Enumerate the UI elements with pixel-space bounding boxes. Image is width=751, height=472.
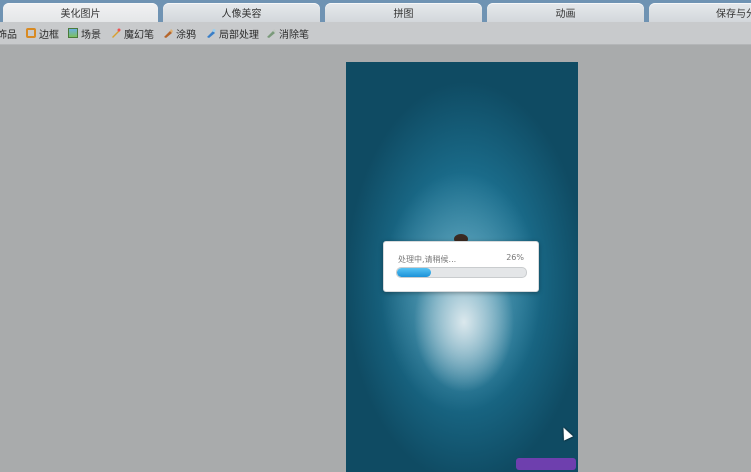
scene-icon (68, 28, 78, 38)
tool-partial-edit[interactable]: 局部处理 (206, 22, 259, 44)
tool-doodle[interactable]: 涂鸦 (163, 22, 196, 44)
progress-percent: 26% (506, 253, 524, 262)
frame-label: 边框 (39, 29, 59, 41)
tool-accessory[interactable]: 饰品 (0, 22, 17, 44)
tool-magic-pen[interactable]: 魔幻笔 (111, 22, 154, 44)
tab-beautify[interactable]: 美化图片 (3, 3, 158, 22)
accessory-label: 饰品 (0, 29, 17, 41)
magic-pen-label: 魔幻笔 (124, 29, 154, 41)
magic-pen-icon (112, 28, 121, 38)
progress-bar (396, 267, 527, 278)
eraser-pen-icon (267, 29, 276, 38)
tool-eraser-pen[interactable]: 消除笔 (266, 22, 309, 44)
doodle-icon (164, 29, 173, 38)
frame-icon (26, 28, 36, 38)
tab-portrait[interactable]: 人像美容 (163, 3, 320, 22)
tab-bar: 美化图片 人像美容 拼图 动画 保存与分 (0, 0, 751, 22)
progress-fill (397, 268, 431, 277)
tab-animation[interactable]: 动画 (487, 3, 644, 22)
tool-scene[interactable]: 场景 (68, 22, 101, 44)
partial-edit-label: 局部处理 (219, 29, 259, 41)
toolbar: 饰品 边框 场景 魔幻笔 涂鸦 局部处理 消除笔 (0, 22, 751, 45)
progress-dialog: 处理中,请稍候... 26% (383, 241, 539, 292)
eraser-pen-label: 消除笔 (279, 29, 309, 41)
scene-label: 场景 (81, 29, 101, 41)
progress-message: 处理中,请稍候... (398, 255, 457, 264)
tab-save-share[interactable]: 保存与分 (649, 3, 751, 22)
watermark-logo (516, 458, 576, 470)
partial-edit-icon (207, 29, 216, 38)
tool-frame[interactable]: 边框 (26, 22, 59, 44)
tab-collage[interactable]: 拼图 (325, 3, 482, 22)
doodle-label: 涂鸦 (176, 29, 196, 41)
